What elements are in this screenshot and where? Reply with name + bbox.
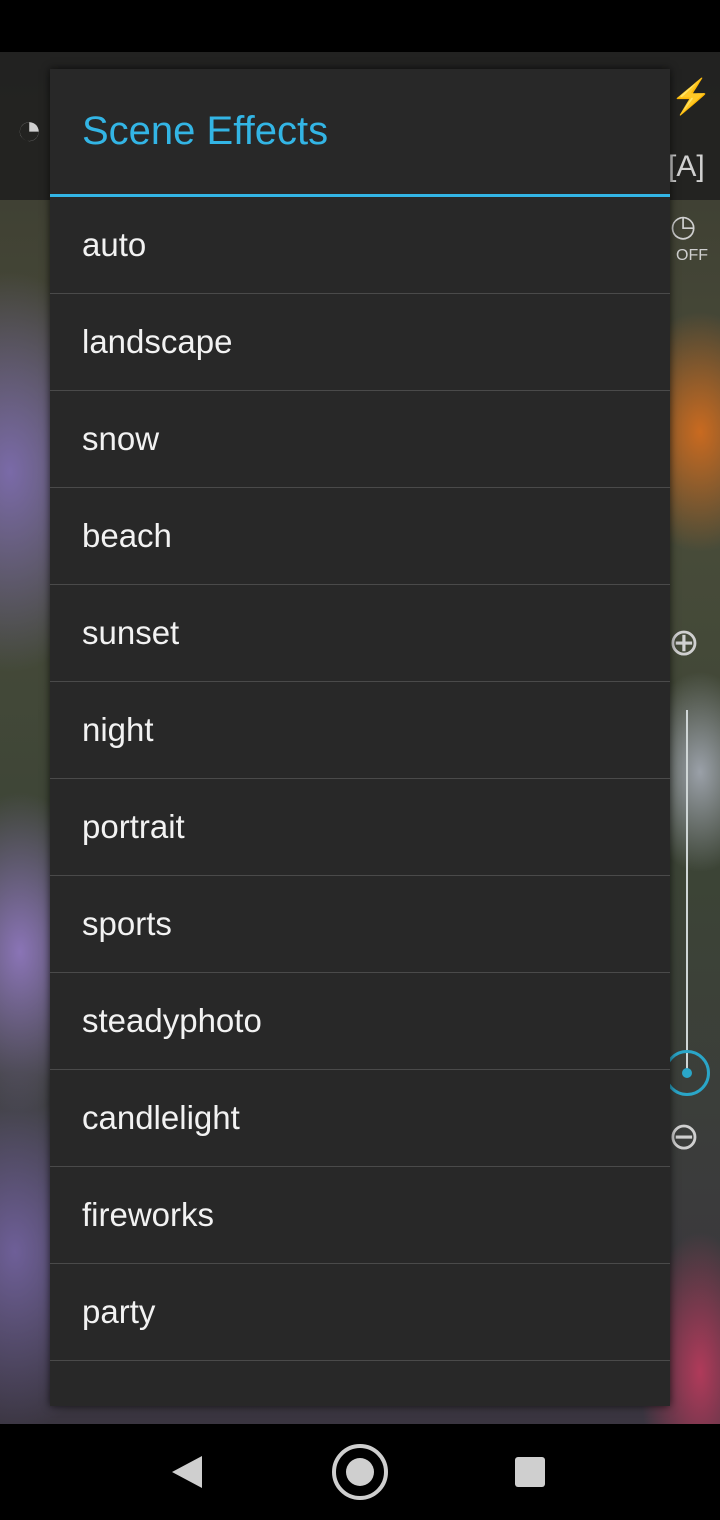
timer-off-icon[interactable]: ◷ — [670, 212, 696, 242]
dialog-title: Scene Effects — [50, 69, 670, 197]
option-sunset[interactable]: sunset — [50, 585, 670, 682]
option-auto[interactable]: auto — [50, 197, 670, 294]
option-candlelight[interactable]: candlelight — [50, 1070, 670, 1167]
screen: ◔ ⚡ [A] ◷ OFF ⊕ ⊖ Scene Effects auto lan… — [0, 0, 720, 1520]
auto-focus-icon[interactable]: [A] — [668, 152, 705, 182]
recents-icon[interactable] — [515, 1457, 545, 1487]
option-steadyphoto[interactable]: steadyphoto — [50, 973, 670, 1070]
status-bar — [0, 0, 720, 52]
option-party[interactable]: party — [50, 1264, 670, 1361]
option-landscape[interactable]: landscape — [50, 294, 670, 391]
option-snow[interactable]: snow — [50, 391, 670, 488]
option-fireworks[interactable]: fireworks — [50, 1167, 670, 1264]
timer-off-label: OFF — [676, 247, 708, 264]
option-night[interactable]: night — [50, 682, 670, 779]
scene-options-list: auto landscape snow beach sunset night p… — [50, 197, 670, 1406]
zoom-in-icon[interactable]: ⊕ — [668, 624, 700, 662]
option-sports[interactable]: sports — [50, 876, 670, 973]
back-icon[interactable] — [172, 1456, 202, 1488]
option-portrait[interactable]: portrait — [50, 779, 670, 876]
navigation-bar — [0, 1424, 720, 1520]
scene-effects-dialog: Scene Effects auto landscape snow beach … — [50, 69, 670, 1406]
option-partial-next[interactable] — [50, 1361, 670, 1406]
home-icon[interactable] — [332, 1444, 388, 1500]
timer-icon[interactable]: ◔ — [16, 108, 43, 152]
zoom-out-icon[interactable]: ⊖ — [668, 1118, 700, 1156]
zoom-slider-handle[interactable] — [664, 1050, 710, 1096]
option-beach[interactable]: beach — [50, 488, 670, 585]
flash-off-icon[interactable]: ⚡ — [670, 80, 712, 114]
zoom-slider-track[interactable] — [686, 710, 688, 1070]
